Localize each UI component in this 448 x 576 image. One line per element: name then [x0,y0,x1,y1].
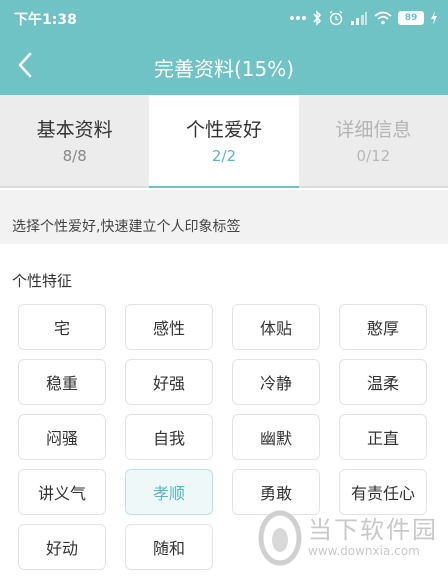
signal-icon [351,12,367,25]
section-title: 个性特征 [12,272,73,290]
tab-count: 0/12 [356,146,391,165]
tag-option[interactable]: 有责任心 [339,469,427,515]
status-time: 下午1:38 [14,12,77,28]
tag-option[interactable]: 稳重 [18,359,106,405]
wifi-icon [374,11,392,25]
page-title: 完善资料(15%) [153,57,295,81]
tag-option[interactable]: 随和 [125,524,213,570]
tag-option[interactable]: 正直 [339,414,427,460]
tab-basic-info[interactable]: 基本资料 8/8 [0,95,149,186]
tag-option[interactable]: 幽默 [232,414,320,460]
tag-option[interactable]: 讲义气 [18,469,106,515]
tag-option[interactable]: 感性 [125,304,213,350]
tag-option[interactable]: 闷骚 [18,414,106,460]
personality-tag-grid: 宅 感性 体贴 憨厚 稳重 好强 冷静 温柔 闷骚 自我 幽默 正直 讲义气 孝… [18,304,428,570]
tag-option[interactable]: 好动 [18,524,106,570]
tab-personality-hobbies[interactable]: 个性爱好 2/2 [149,95,299,188]
nav-bar: 完善资料(15%) [0,36,448,95]
tag-option[interactable]: 憨厚 [339,304,427,350]
tag-option[interactable]: 宅 [18,304,106,350]
tag-option[interactable]: 自我 [125,414,213,460]
tab-count: 2/2 [211,146,237,165]
tag-option[interactable]: 勇敢 [232,469,320,515]
app-header: 下午1:38 89 完善资料(15%) [0,0,448,95]
tab-label: 详细信息 [335,118,412,141]
bluetooth-icon [313,10,322,26]
charging-icon [431,11,437,25]
tab-detailed-info[interactable]: 详细信息 0/12 [299,95,448,186]
tag-option[interactable]: 好强 [125,359,213,405]
tag-option-selected[interactable]: 孝顺 [125,469,213,515]
status-icons: 89 [290,8,438,28]
profile-tabs: 基本资料 8/8 个性爱好 2/2 详细信息 0/12 [0,95,448,188]
status-bar: 下午1:38 89 [0,0,448,36]
tab-label: 个性爱好 [185,118,262,141]
tag-option[interactable]: 冷静 [232,359,320,405]
hint-text: 选择个性爱好,快速建立个人印象标签 [0,190,448,244]
battery-icon: 89 [398,11,424,25]
dots-icon [290,16,306,20]
tab-label: 基本资料 [36,118,113,141]
tab-count: 8/8 [62,146,87,165]
tag-option[interactable]: 体贴 [232,304,320,350]
alarm-icon [329,10,343,26]
tag-option[interactable]: 温柔 [339,359,427,405]
